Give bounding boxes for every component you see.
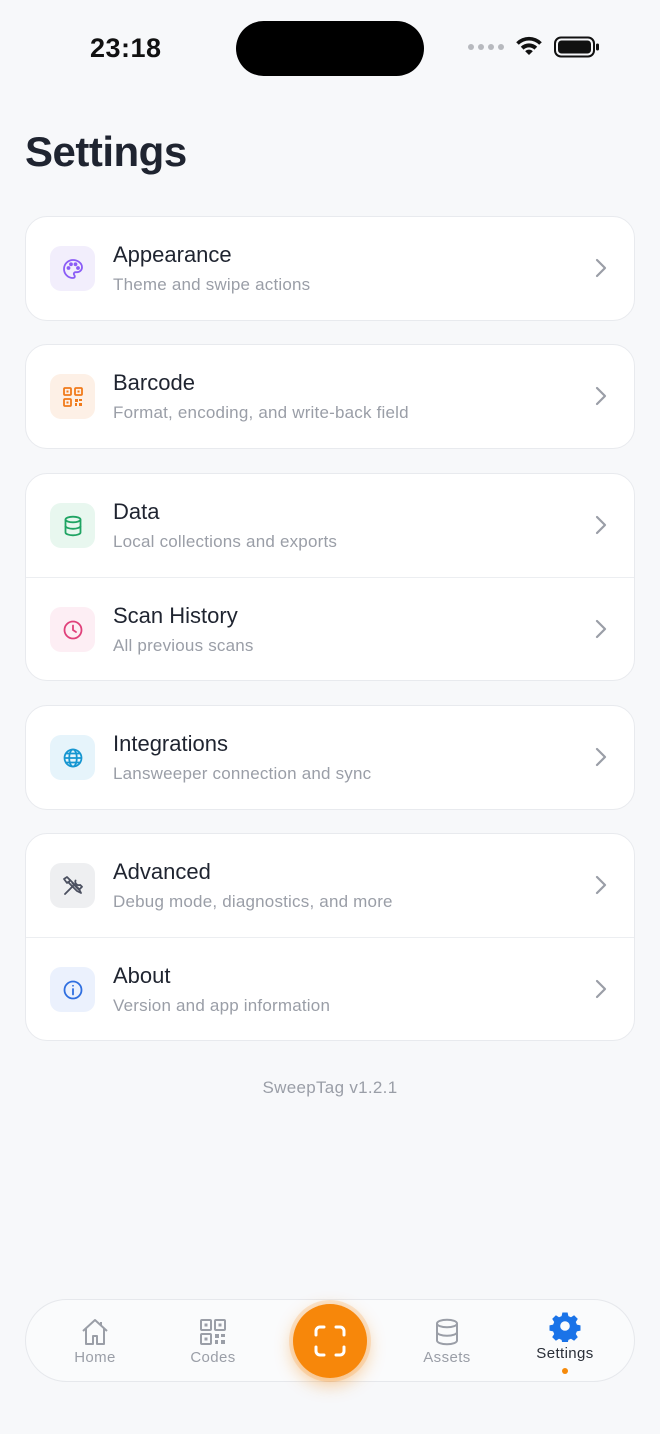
settings-group-advanced: Advanced Debug mode, diagnostics, and mo… (25, 833, 635, 1041)
settings-group-barcode: Barcode Format, encoding, and write-back… (25, 344, 635, 449)
database-icon (50, 503, 95, 548)
row-title: Barcode (113, 370, 195, 395)
row-title: Appearance (113, 242, 232, 267)
row-title: Advanced (113, 859, 211, 884)
dynamic-island (236, 21, 424, 76)
globe-icon (50, 735, 95, 780)
settings-row-integrations[interactable]: Integrations Lansweeper connection and s… (26, 706, 634, 809)
home-icon (79, 1315, 111, 1349)
scan-frame-icon (314, 1325, 346, 1357)
tab-home[interactable]: Home (60, 1300, 130, 1383)
wifi-icon (516, 36, 542, 55)
status-icons (468, 36, 600, 58)
settings-row-data[interactable]: Data Local collections and exports (26, 474, 634, 577)
page-title: Settings (25, 128, 187, 175)
row-subtitle: Theme and swipe actions (113, 275, 311, 294)
settings-row-barcode[interactable]: Barcode Format, encoding, and write-back… (26, 345, 634, 448)
chevron-right-icon (595, 875, 607, 895)
settings-group-integrations: Integrations Lansweeper connection and s… (25, 705, 635, 810)
settings-group-appearance: Appearance Theme and swipe actions (25, 216, 635, 321)
row-subtitle: Format, encoding, and write-back field (113, 403, 409, 422)
row-subtitle: Local collections and exports (113, 532, 338, 551)
battery-icon (554, 36, 599, 58)
gear-icon (549, 1309, 581, 1343)
qr-code-icon (50, 374, 95, 419)
settings-row-appearance[interactable]: Appearance Theme and swipe actions (26, 217, 634, 320)
settings-row-about[interactable]: About Version and app information (26, 937, 634, 1040)
tab-settings[interactable]: Settings (526, 1300, 604, 1383)
active-tab-indicator (562, 1368, 568, 1374)
row-subtitle: All previous scans (113, 636, 254, 655)
tab-codes[interactable]: Codes (178, 1300, 248, 1383)
chevron-right-icon (595, 619, 607, 639)
tab-label: Codes (190, 1349, 236, 1366)
chevron-right-icon (595, 747, 607, 767)
palette-icon (50, 246, 95, 291)
row-subtitle: Lansweeper connection and sync (113, 764, 372, 783)
clock-icon (50, 607, 95, 652)
row-subtitle: Debug mode, diagnostics, and more (113, 892, 393, 911)
tab-label: Home (74, 1349, 116, 1366)
scan-button[interactable] (293, 1304, 367, 1378)
chevron-right-icon (595, 979, 607, 999)
row-title: About (113, 963, 171, 988)
row-subtitle: Version and app information (113, 996, 331, 1015)
signal-icon (468, 44, 504, 50)
chevron-right-icon (595, 386, 607, 406)
tab-assets[interactable]: Assets (412, 1300, 482, 1383)
settings-row-advanced[interactable]: Advanced Debug mode, diagnostics, and mo… (26, 834, 634, 937)
settings-group-data: Data Local collections and exports Scan … (25, 473, 635, 681)
tools-icon (50, 863, 95, 908)
row-title: Integrations (113, 731, 228, 756)
info-icon (50, 967, 95, 1012)
tab-label: Assets (423, 1349, 471, 1366)
chevron-right-icon (595, 258, 607, 278)
status-time: 23:18 (90, 33, 162, 63)
settings-row-scan-history[interactable]: Scan History All previous scans (26, 577, 634, 680)
chevron-right-icon (595, 515, 607, 535)
app-version: SweepTag v1.2.1 (262, 1078, 398, 1097)
status-bar: 23:18 (0, 0, 660, 100)
row-title: Data (113, 499, 160, 524)
database-icon (431, 1315, 463, 1349)
tab-label: Settings (536, 1345, 594, 1362)
row-title: Scan History (113, 603, 238, 628)
qr-code-icon (197, 1315, 229, 1349)
